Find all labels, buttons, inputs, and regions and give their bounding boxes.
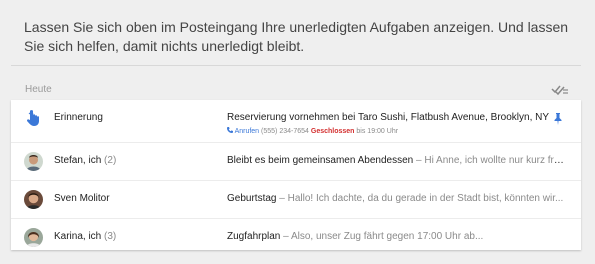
subject-text: Zugfahrplan bbox=[227, 231, 281, 242]
snippet-text: – Also, unser Zug fährt gegen 17:00 Uhr … bbox=[280, 231, 484, 242]
call-label: Anrufen bbox=[234, 128, 260, 135]
subject-line: Bleibt es beim gemeinsamen Abendessen – … bbox=[227, 155, 567, 166]
subject-text: Geburtstag bbox=[227, 193, 277, 204]
avatar bbox=[24, 152, 43, 171]
list-item-karina[interactable]: Karina, ich (3) Zugfahrplan – Also, unse… bbox=[11, 219, 581, 256]
sender-name: Erinnerung bbox=[54, 112, 103, 123]
sender-text: Stefan, ich bbox=[54, 155, 102, 166]
bundle-header: Heute bbox=[11, 78, 581, 100]
list-item-stefan[interactable]: Stefan, ich (2) Bleibt es beim gemeinsam… bbox=[11, 143, 581, 181]
list-item-reminder[interactable]: Erinnerung Reservierung vornehmen bei Ta… bbox=[11, 100, 581, 143]
phone-icon bbox=[227, 127, 233, 133]
snippet-text: – Hallo! Ich dachte, da du gerade in der… bbox=[276, 193, 564, 204]
message-count: (2) bbox=[104, 155, 117, 166]
subject-text: Reservierung vornehmen bei Taro Sushi, F… bbox=[227, 112, 550, 123]
reminder-meta: Anrufen (555) 234-7654 Geschlossen bis 1… bbox=[227, 127, 398, 135]
status-closed: Geschlossen bbox=[310, 128, 355, 135]
sender-text: Karina, ich bbox=[54, 231, 102, 242]
call-link[interactable]: Anrufen bbox=[227, 127, 261, 135]
sender-name: Stefan, ich (2) bbox=[54, 155, 116, 166]
snippet-text: – Hi Anne, ich wollte nur kurz fragen, o… bbox=[416, 155, 567, 166]
reminder-finger-icon bbox=[24, 109, 43, 128]
done-all-icon[interactable] bbox=[551, 82, 569, 96]
avatar bbox=[24, 190, 43, 209]
divider bbox=[11, 65, 581, 66]
section-title: Heute bbox=[25, 84, 52, 95]
opening-hours: bis 19:00 Uhr bbox=[356, 128, 399, 135]
subject-text: Bleibt es beim gemeinsamen Abendessen bbox=[227, 155, 414, 166]
pin-icon[interactable] bbox=[553, 112, 563, 125]
subject-line: Zugfahrplan – Also, unser Zug fährt gege… bbox=[227, 231, 567, 242]
list-item-sven[interactable]: Sven Molitor Geburtstag – Hallo! Ich dac… bbox=[11, 181, 581, 219]
sender-name: Sven Molitor bbox=[54, 193, 110, 204]
message-count: (3) bbox=[104, 231, 117, 242]
subject-line: Geburtstag – Hallo! Ich dachte, da du ge… bbox=[227, 193, 567, 204]
inbox-list: Erinnerung Reservierung vornehmen bei Ta… bbox=[11, 100, 581, 250]
subject-line: Reservierung vornehmen bei Taro Sushi, F… bbox=[227, 112, 567, 123]
phone-number: (555) 234-7654 bbox=[261, 128, 309, 135]
sender-name: Karina, ich (3) bbox=[54, 231, 116, 242]
promo-intro-text: Lassen Sie sich oben im Posteingang Ihre… bbox=[24, 19, 569, 54]
avatar bbox=[24, 228, 43, 247]
